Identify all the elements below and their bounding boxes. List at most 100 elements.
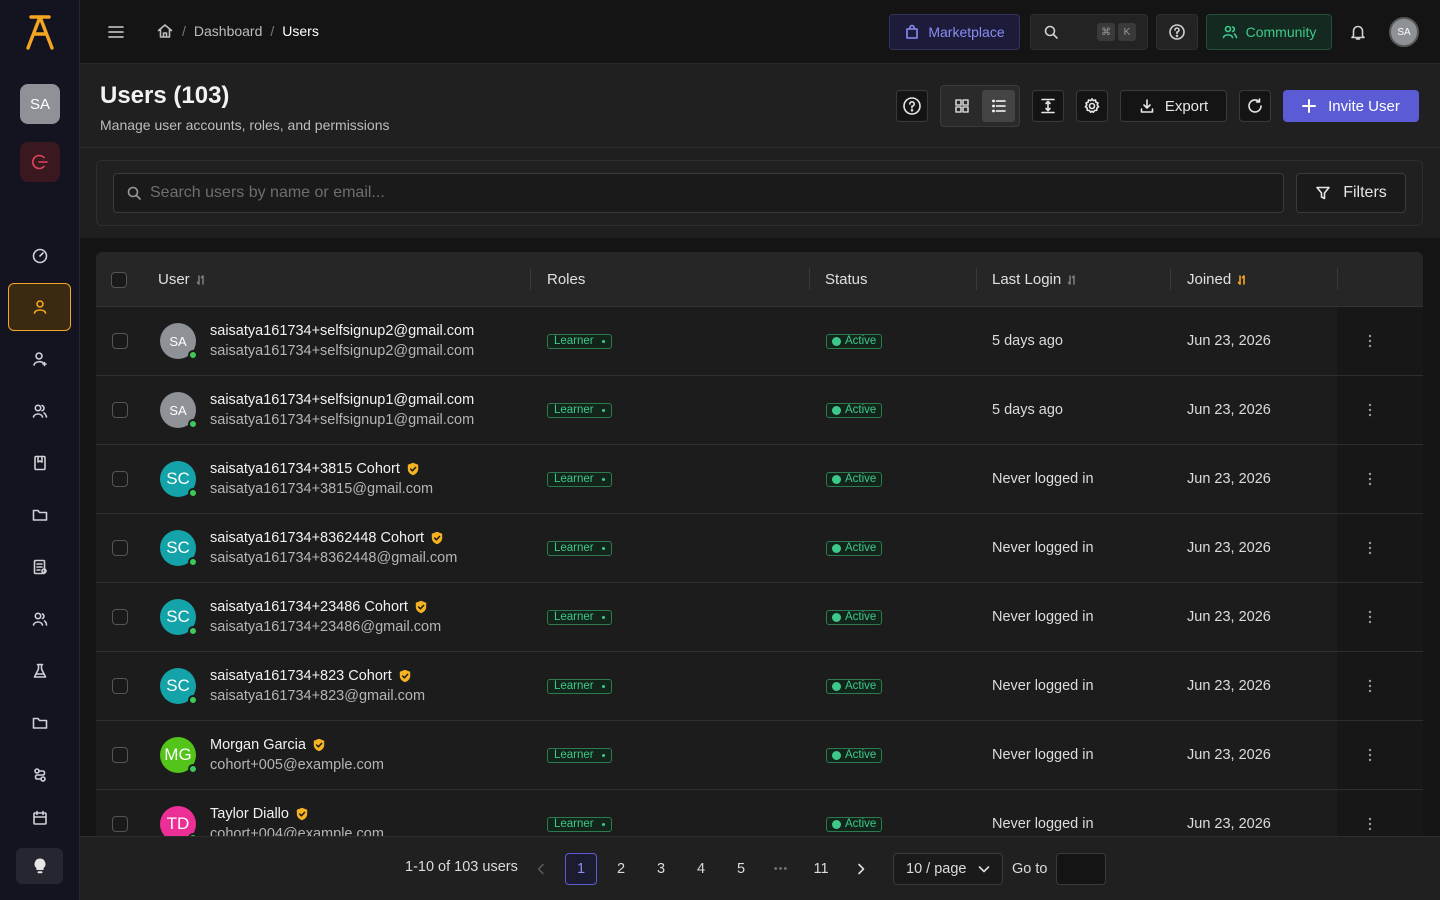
table-row[interactable]: SC saisatya161734+823 Cohort saisatya16173… — [96, 652, 1423, 721]
user-name[interactable]: saisatya161734+823 Cohort — [210, 668, 425, 684]
settings-button[interactable] — [1076, 90, 1108, 122]
row-checkbox[interactable] — [112, 402, 128, 418]
rail-item-folder[interactable] — [8, 491, 71, 539]
row-checkbox[interactable] — [112, 747, 128, 763]
row-checkbox[interactable] — [112, 678, 128, 694]
notifications-button[interactable] — [1344, 14, 1372, 50]
row-actions-button[interactable] — [1364, 445, 1376, 513]
rail-item-team[interactable] — [8, 595, 71, 643]
row-actions-button[interactable] — [1364, 514, 1376, 582]
prev-page-button[interactable] — [525, 853, 557, 885]
row-checkbox[interactable] — [112, 609, 128, 625]
table-row[interactable]: SA saisatya161734+selfsignup1@gmail.com sa… — [96, 376, 1423, 445]
logout-button[interactable] — [20, 142, 60, 182]
row-actions-button[interactable] — [1364, 376, 1376, 444]
user-check-icon — [32, 352, 47, 367]
community-button[interactable]: Community — [1206, 14, 1332, 50]
row-actions-button[interactable] — [1364, 652, 1376, 720]
verified-badge-icon — [406, 462, 420, 476]
table-row[interactable]: MG Morgan Garcia cohort+005@example.com Lea… — [96, 721, 1423, 790]
user-name[interactable]: saisatya161734+selfsignup2@gmail.com — [210, 323, 474, 339]
rail-item-user-check[interactable] — [8, 335, 71, 383]
user-name[interactable]: saisatya161734+3815 Cohort — [210, 461, 433, 477]
row-checkbox[interactable] — [112, 816, 128, 832]
role-tag[interactable]: Learner — [547, 402, 612, 418]
goto-page-input[interactable] — [1056, 853, 1106, 885]
rail-item-groups[interactable] — [8, 387, 71, 435]
row-checkbox[interactable] — [112, 333, 128, 349]
export-button[interactable]: Export — [1120, 90, 1227, 122]
column-divider — [1170, 268, 1171, 290]
user-name[interactable]: saisatya161734+23486 Cohort — [210, 599, 441, 615]
table-row[interactable]: SC saisatya161734+3815 Cohort saisatya1617… — [96, 445, 1423, 514]
table-row[interactable]: SA saisatya161734+selfsignup2@gmail.com sa… — [96, 307, 1423, 376]
user-name[interactable]: saisatya161734+8362448 Cohort — [210, 530, 457, 546]
table-row[interactable]: SC saisatya161734+23486 Cohort saisatya161… — [96, 583, 1423, 652]
help-button[interactable] — [1156, 14, 1198, 50]
page-5-button[interactable]: 5 — [725, 853, 757, 885]
user-avatar[interactable]: SA — [1389, 17, 1419, 47]
menu-toggle-button[interactable] — [106, 22, 126, 42]
user-name[interactable]: Taylor Diallo — [210, 806, 384, 822]
role-tag[interactable]: Learner — [547, 747, 612, 763]
rail-item-labs[interactable] — [8, 647, 71, 695]
rail-item-workflows[interactable] — [8, 751, 71, 799]
user-email: saisatya161734+23486@gmail.com — [210, 619, 442, 635]
user-cell: SC saisatya161734+8362448 Cohort saisatya1… — [160, 514, 457, 582]
rail-item-files[interactable] — [8, 699, 71, 747]
avatar-initials: SC — [166, 676, 190, 695]
column-header-user[interactable]: User — [158, 252, 206, 307]
role-tag[interactable]: Learner — [547, 540, 612, 556]
filters-button[interactable]: Filters — [1296, 173, 1406, 213]
tips-button[interactable] — [16, 848, 63, 884]
user-name[interactable]: Morgan Garcia — [210, 737, 384, 753]
home-icon[interactable] — [156, 22, 174, 40]
rail-item-dashboard[interactable] — [8, 231, 71, 279]
rail-item-reports[interactable] — [8, 543, 71, 591]
page-size-select[interactable]: 10 / page — [893, 853, 1003, 885]
table-row[interactable]: TD Taylor Diallo cohort+004@example.com Lea… — [96, 790, 1423, 836]
search-input[interactable] — [150, 184, 1250, 202]
rail-avatar[interactable]: SA — [20, 84, 60, 124]
column-header-joined[interactable]: Joined — [1187, 252, 1247, 307]
page-last-button[interactable]: 11 — [805, 853, 837, 885]
page-1-button[interactable]: 1 — [565, 853, 597, 885]
page-help-button[interactable] — [896, 90, 928, 122]
row-actions-button[interactable] — [1364, 307, 1376, 375]
rail-item-courses[interactable] — [8, 439, 71, 487]
page-3-button[interactable]: 3 — [645, 853, 677, 885]
table-row[interactable]: SC saisatya161734+8362448 Cohort saisatya1… — [96, 514, 1423, 583]
select-all-checkbox[interactable] — [111, 271, 127, 288]
page-4-button[interactable]: 4 — [685, 853, 717, 885]
role-tag[interactable]: Learner — [547, 471, 612, 487]
rail-item-users[interactable] — [8, 283, 71, 331]
row-actions-button[interactable] — [1364, 583, 1376, 651]
global-search-button[interactable]: ⌘ K — [1030, 14, 1148, 50]
column-header-last-login[interactable]: Last Login — [992, 252, 1077, 307]
role-tag[interactable]: Learner — [547, 333, 612, 349]
rail-item-calendar[interactable] — [8, 803, 71, 833]
shortcut-key-cmd: ⌘ — [1097, 23, 1115, 41]
row-checkbox[interactable] — [112, 471, 128, 487]
user-name[interactable]: saisatya161734+selfsignup1@gmail.com — [210, 392, 474, 408]
role-tag[interactable]: Learner — [547, 678, 612, 694]
invite-user-button[interactable]: Invite User — [1283, 90, 1419, 122]
breadcrumb-dashboard[interactable]: Dashboard — [194, 23, 263, 39]
breadcrumb: / Dashboard / Users — [156, 22, 319, 40]
row-actions-button[interactable] — [1364, 721, 1376, 789]
plus-icon — [1302, 99, 1317, 113]
row-actions-button[interactable] — [1364, 790, 1376, 836]
grid-view-button[interactable] — [945, 90, 978, 122]
check-circle-icon — [832, 819, 841, 829]
next-page-button[interactable] — [845, 853, 877, 885]
row-height-button[interactable] — [1032, 90, 1064, 122]
pagination-ellipsis[interactable]: ••• — [765, 853, 797, 885]
role-tag[interactable]: Learner — [547, 609, 612, 625]
app-logo-icon[interactable] — [22, 12, 58, 52]
role-tag[interactable]: Learner — [547, 816, 612, 832]
page-2-button[interactable]: 2 — [605, 853, 637, 885]
list-view-button[interactable] — [982, 90, 1015, 122]
row-checkbox[interactable] — [112, 540, 128, 556]
refresh-button[interactable] — [1239, 90, 1271, 122]
marketplace-button[interactable]: Marketplace — [889, 14, 1020, 50]
